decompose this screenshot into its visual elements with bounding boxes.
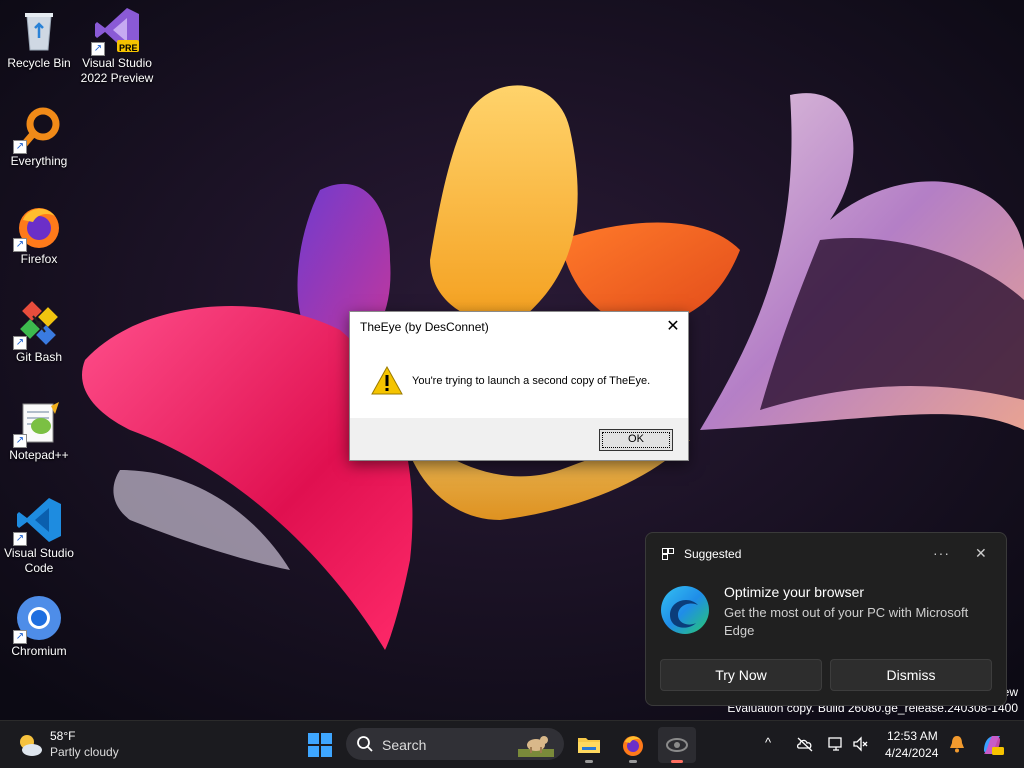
- desktop-icon-label: Chromium: [11, 644, 67, 658]
- firefox-icon: ↗: [13, 202, 63, 252]
- weather-temperature[interactable]: 58°F: [50, 729, 75, 743]
- notepad-plus-plus-icon: ↗: [13, 398, 63, 448]
- warning-icon: [371, 365, 403, 396]
- weather-condition[interactable]: Partly cloudy: [50, 745, 119, 759]
- desktop-icon-label: Git Bash: [15, 350, 63, 364]
- start-button[interactable]: [306, 732, 334, 758]
- theeye-icon: [666, 738, 688, 752]
- try-now-button[interactable]: Try Now: [660, 659, 822, 691]
- running-indicator: [585, 760, 593, 763]
- network-icon[interactable]: [827, 735, 845, 753]
- shortcut-arrow-icon: ↗: [13, 336, 27, 350]
- dialog-title: TheEye (by DesConnet): [360, 320, 489, 334]
- onedrive-offline-icon[interactable]: [796, 735, 814, 753]
- copilot-icon[interactable]: [980, 733, 1004, 757]
- dialog-footer: OK: [350, 418, 688, 460]
- toast-header: Suggested: [662, 547, 741, 561]
- dialog-body: You're trying to launch a second copy of…: [350, 342, 688, 418]
- recycle-bin-icon: [15, 6, 63, 54]
- clock-date[interactable]: 4/24/2024: [885, 746, 938, 760]
- pre-badge: PRE: [119, 43, 138, 53]
- dialog-titlebar[interactable]: TheEye (by DesConnet) ✕: [350, 312, 688, 342]
- search-icon: [356, 735, 374, 753]
- desktop-icon-label: Notepad++: [9, 448, 69, 462]
- firefox-icon: [623, 736, 643, 756]
- suggested-notification: Suggested ··· ✕ Optimize your browser Ge…: [645, 532, 1007, 706]
- desktop-icon-recycle-bin[interactable]: Recycle Bin: [0, 6, 78, 71]
- desktop-icon-notepad-plus-plus[interactable]: ↗ Notepad++: [0, 398, 78, 463]
- file-explorer-icon: [578, 738, 600, 753]
- vscode-icon: ↗: [13, 496, 63, 546]
- suggested-icon: [662, 548, 674, 560]
- shortcut-arrow-icon: ↗: [13, 140, 27, 154]
- ok-button[interactable]: OK: [599, 429, 673, 451]
- git-bash-icon: ↗: [13, 300, 63, 350]
- partly-cloudy-icon[interactable]: [16, 731, 44, 759]
- shortcut-arrow-icon: ↗: [13, 532, 27, 546]
- search-highlight-icon: [518, 731, 554, 757]
- desktop-icon-label: Recycle Bin: [7, 56, 71, 70]
- windows-logo-icon: [308, 733, 332, 757]
- taskbar-search[interactable]: Search: [346, 728, 564, 760]
- theeye-dialog: TheEye (by DesConnet) ✕ You're trying to…: [349, 311, 689, 461]
- desktop-icon-vscode[interactable]: ↗ Visual Studio Code: [0, 496, 78, 576]
- search-label: Search: [382, 737, 427, 753]
- close-button[interactable]: ✕: [658, 312, 688, 342]
- notification-bell-icon[interactable]: [949, 735, 965, 753]
- desktop-icon-chromium[interactable]: ↗ Chromium: [0, 594, 78, 659]
- taskbar-app-theeye[interactable]: [658, 727, 696, 763]
- toast-text: Get the most out of your PC with Microso…: [724, 605, 969, 638]
- taskbar-app-firefox[interactable]: [614, 727, 652, 763]
- desktop-icon-label: Firefox: [20, 252, 58, 266]
- taskbar-app-file-explorer[interactable]: [570, 727, 608, 763]
- visual-studio-preview-icon: ↗ PRE: [91, 6, 141, 56]
- more-options-button[interactable]: ···: [933, 545, 950, 561]
- show-hidden-icons-button[interactable]: ^: [765, 735, 771, 750]
- toast-header-label: Suggested: [684, 547, 742, 561]
- everything-search-icon: ↗: [13, 104, 63, 154]
- desktop-icon-git-bash[interactable]: ↗ Git Bash: [0, 300, 78, 365]
- running-indicator: [629, 760, 637, 763]
- desktop-icon-firefox[interactable]: ↗ Firefox: [0, 202, 78, 267]
- desktop-icon-label: Visual Studio 2022 Preview: [80, 56, 154, 85]
- shortcut-arrow-icon: ↗: [13, 238, 27, 252]
- taskbar: 58°F Partly cloudy Search ^ 12:53 AM 4/2…: [0, 720, 1024, 768]
- desktop-icon-label: Everything: [10, 154, 68, 168]
- desktop-icon-label: Visual Studio Code: [4, 546, 74, 575]
- chromium-icon: ↗: [13, 594, 63, 644]
- active-indicator: [671, 760, 683, 763]
- clock-time[interactable]: 12:53 AM: [887, 729, 938, 743]
- toast-close-button[interactable]: ✕: [975, 545, 987, 562]
- shortcut-arrow-icon: ↗: [91, 42, 105, 56]
- shortcut-arrow-icon: ↗: [13, 434, 27, 448]
- shortcut-arrow-icon: ↗: [13, 630, 27, 644]
- desktop-icon-visual-studio-preview[interactable]: ↗ PRE Visual Studio 2022 Preview: [78, 6, 156, 86]
- volume-muted-icon[interactable]: [852, 735, 870, 753]
- dialog-message: You're trying to launch a second copy of…: [412, 375, 651, 387]
- dismiss-button[interactable]: Dismiss: [830, 659, 992, 691]
- edge-icon: [660, 585, 710, 635]
- desktop-icon-everything[interactable]: ↗ Everything: [0, 104, 78, 169]
- toast-title: Optimize your browser: [724, 584, 865, 600]
